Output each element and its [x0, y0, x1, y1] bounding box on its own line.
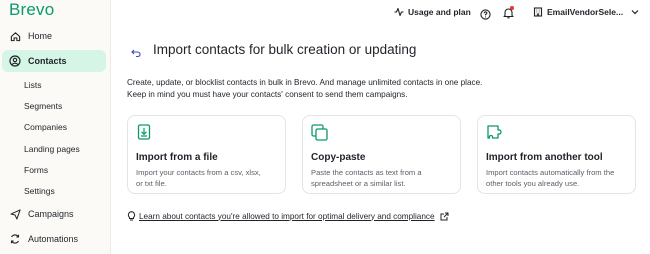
contacts-icon [9, 55, 21, 67]
card-description: Import your contacts from a csv, xlsx, o… [136, 167, 261, 189]
sidebar-subitem-segments[interactable]: Segments [24, 101, 62, 111]
card-description-line: Import contacts automatically from the [486, 168, 615, 177]
sidebar-item-label: Home [28, 31, 53, 41]
sidebar-subitem-landing-pages[interactable]: Landing pages [24, 144, 80, 154]
brevo-logo[interactable]: Brevo [9, 0, 54, 20]
card-title: Copy-paste [311, 152, 366, 163]
card-description-line: other tools you already use. [486, 179, 580, 188]
page-description: Create, update, or blocklist contacts in… [127, 77, 482, 101]
sidebar-item-label: Contacts [28, 56, 67, 66]
account-name: EmailVendorSele... [547, 7, 624, 17]
sidebar-subitem-settings[interactable]: Settings [24, 186, 55, 196]
card-description-line: Import your contacts from a csv, xlsx, [136, 168, 261, 177]
help-icon[interactable] [480, 7, 491, 25]
sidebar: Brevo Home Contacts Lists Segments Compa… [0, 0, 111, 254]
sidebar-item-campaigns[interactable]: Campaigns [0, 203, 111, 225]
home-icon [9, 30, 21, 42]
automation-icon [9, 233, 21, 245]
description-line-2: Keep in mind you must have your contacts… [127, 90, 408, 99]
sidebar-item-home[interactable]: Home [0, 25, 111, 47]
sidebar-subitem-forms[interactable]: Forms [24, 165, 48, 175]
activity-icon [394, 7, 404, 17]
building-icon [533, 7, 543, 17]
lightbulb-icon [127, 211, 136, 221]
sidebar-subitem-lists[interactable]: Lists [24, 80, 41, 90]
sidebar-item-label: Automations [28, 234, 79, 244]
back-arrow-icon[interactable] [131, 45, 141, 63]
account-menu-button[interactable]: EmailVendorSele... [533, 7, 643, 17]
learn-more-link[interactable]: Learn about contacts you're allowed to i… [127, 211, 449, 221]
page-title: Import contacts for bulk creation or upd… [153, 42, 417, 57]
sidebar-item-automations[interactable]: Automations [0, 228, 111, 250]
copy-paste-icon [311, 124, 328, 146]
card-description: Import contacts automatically from the o… [486, 167, 614, 189]
card-description: Paste the contacts as text from a spread… [311, 167, 422, 189]
file-import-icon [136, 124, 152, 145]
import-from-another-tool-card[interactable]: Import from another tool Import contacts… [477, 115, 636, 194]
notification-dot [510, 6, 514, 10]
card-description-line: spreadsheet or a similar list. [311, 179, 406, 188]
sidebar-item-contacts[interactable]: Contacts [2, 50, 106, 72]
sidebar-item-label: Campaigns [28, 209, 74, 219]
usage-label: Usage and plan [408, 7, 471, 17]
sidebar-subitem-companies[interactable]: Companies [24, 122, 67, 132]
import-from-file-card[interactable]: Import from a file Import your contacts … [127, 115, 286, 194]
usage-and-plan-button[interactable]: Usage and plan [394, 7, 471, 17]
external-link-icon [440, 212, 449, 220]
card-title: Import from a file [136, 152, 218, 163]
top-bar: Usage and plan EmailVendorSele... [111, 0, 650, 28]
card-title: Import from another tool [486, 152, 603, 163]
chevron-down-icon [631, 10, 639, 15]
card-description-line: Paste the contacts as text from a [311, 168, 422, 177]
puzzle-icon [486, 124, 503, 146]
send-icon [9, 208, 21, 220]
learn-more-text: Learn about contacts you're allowed to i… [139, 211, 435, 221]
card-description-line: or txt file. [136, 179, 167, 188]
copy-paste-card[interactable]: Copy-paste Paste the contacts as text fr… [302, 115, 461, 194]
description-line-1: Create, update, or blocklist contacts in… [127, 78, 483, 87]
